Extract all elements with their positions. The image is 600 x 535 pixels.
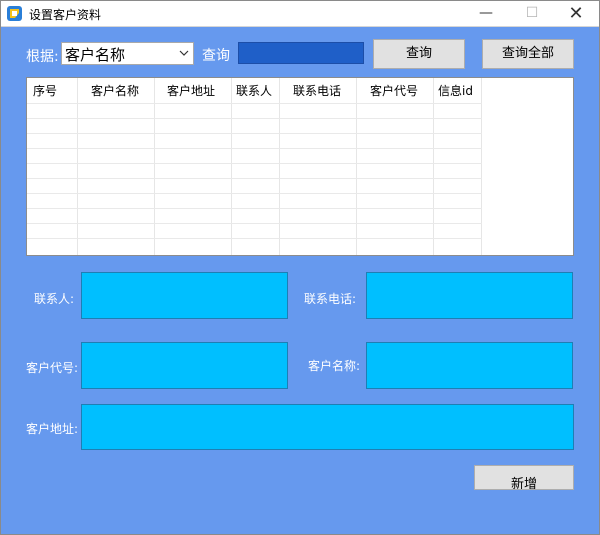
column-divider	[77, 78, 78, 255]
customer-address-field[interactable]	[81, 404, 574, 450]
close-button[interactable]: ✕	[553, 1, 599, 26]
column-header[interactable]: 联系人	[236, 82, 272, 99]
customer-address-label: 客户地址:	[26, 422, 79, 436]
column-header[interactable]: 信息id	[438, 82, 473, 99]
contact-label: 联系人:	[34, 292, 75, 306]
row-divider	[27, 148, 482, 149]
table-header: 序号 客户名称 客户地址 联系人 联系电话 客户代号 信息id	[27, 78, 573, 103]
search-field-select[interactable]: 客户名称	[61, 42, 194, 65]
row-divider	[27, 163, 482, 164]
column-divider	[279, 78, 280, 255]
column-divider	[481, 78, 482, 255]
column-header[interactable]: 客户代号	[370, 82, 418, 99]
customer-code-field[interactable]	[81, 342, 288, 389]
column-header[interactable]: 联系电话	[293, 82, 341, 99]
customer-name-label: 客户名称:	[308, 359, 361, 373]
column-divider	[356, 78, 357, 255]
query-input[interactable]	[238, 42, 364, 64]
chevron-down-icon	[179, 50, 189, 56]
title-bar[interactable]: 设置客户资料 — ☐ ✕	[1, 1, 599, 27]
query-all-button[interactable]: 查询全部	[482, 39, 574, 69]
row-divider	[27, 208, 482, 209]
customer-code-label: 客户代号:	[26, 361, 79, 375]
query-label: 查询	[202, 48, 230, 64]
search-by-label: 根据:	[26, 49, 59, 65]
search-field-value: 客户名称	[65, 46, 126, 64]
row-divider	[27, 118, 482, 119]
column-header[interactable]: 客户名称	[91, 82, 139, 99]
column-divider	[433, 78, 434, 255]
window: 设置客户资料 — ☐ ✕ 根据: 客户名称 查询 查询 查询全部 序号 客户名称…	[0, 0, 600, 535]
maximize-button[interactable]: ☐	[509, 1, 555, 26]
row-divider	[27, 193, 482, 194]
row-divider	[27, 133, 482, 134]
app-icon	[7, 6, 22, 21]
contact-field[interactable]	[81, 272, 288, 319]
row-divider	[27, 103, 482, 104]
column-divider	[231, 78, 232, 255]
window-title: 设置客户资料	[29, 8, 102, 22]
row-divider	[27, 178, 482, 179]
column-divider	[154, 78, 155, 255]
customer-name-field[interactable]	[366, 342, 573, 389]
row-divider	[27, 238, 482, 239]
customer-table[interactable]: 序号 客户名称 客户地址 联系人 联系电话 客户代号 信息id	[26, 77, 574, 256]
add-button[interactable]: 新增	[474, 465, 574, 490]
query-button[interactable]: 查询	[373, 39, 465, 69]
column-header[interactable]: 客户地址	[167, 82, 215, 99]
minimize-button[interactable]: —	[463, 1, 509, 26]
row-divider	[27, 223, 482, 224]
column-header[interactable]: 序号	[33, 82, 57, 99]
phone-field[interactable]	[366, 272, 573, 319]
phone-label: 联系电话:	[304, 292, 357, 306]
